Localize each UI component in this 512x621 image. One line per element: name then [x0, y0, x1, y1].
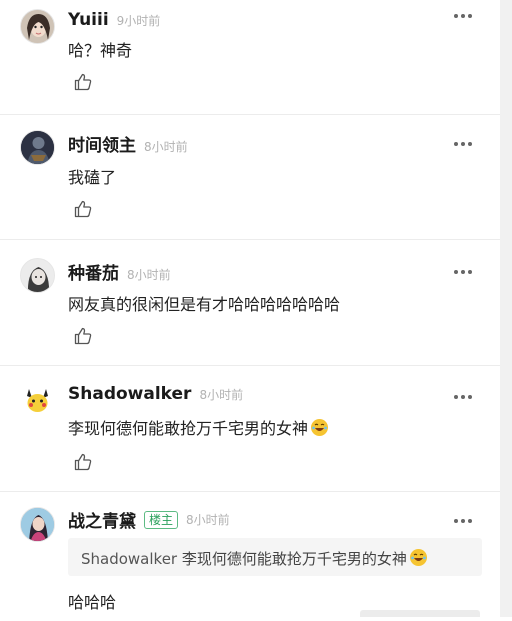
timestamp: 9小时前 — [116, 14, 161, 28]
comment-item: 种番茄 8小时前 网友真的很闲但是有才哈哈哈哈哈哈哈 — [0, 240, 500, 366]
comment-text: 哈？神奇 — [68, 41, 133, 60]
owner-badge: 楼主 — [144, 510, 179, 529]
username[interactable]: Yuiii — [68, 10, 109, 30]
timestamp: 8小时前 — [127, 268, 171, 282]
comment-list: Yuiii 9小时前 哈？神奇 时间领主 8小时前 我磕了 种番茄 8小时前 网… — [0, 0, 500, 621]
comment-text: 我磕了 — [68, 168, 117, 187]
quoted-content: 李现何德何能敢抢万千宅男的女神 — [181, 550, 407, 568]
comment-item: Shadowalker 8小时前 李现何德何能敢抢万千宅男的女神 — [0, 366, 500, 492]
rofl-emoji-icon — [311, 419, 329, 436]
avatar[interactable] — [20, 258, 55, 293]
username[interactable]: 时间领主 — [68, 131, 136, 156]
more-dots-icon[interactable] — [452, 264, 474, 278]
comment-text: 李现何德何能敢抢万千宅男的女神 — [68, 415, 329, 439]
more-dots-icon[interactable] — [452, 8, 474, 22]
comment-item: Yuiii 9小时前 哈？神奇 — [0, 0, 500, 115]
avatar[interactable] — [20, 383, 55, 418]
more-dots-icon[interactable] — [452, 136, 474, 150]
scrollbar-track[interactable] — [500, 0, 512, 617]
more-dots-icon[interactable] — [452, 513, 474, 527]
username[interactable]: 种番茄 — [68, 259, 119, 284]
comment-item: 时间领主 8小时前 我磕了 — [0, 115, 500, 240]
username[interactable]: 战之青黛 — [68, 507, 136, 532]
thumbs-up-icon[interactable] — [73, 452, 93, 472]
comment-text: 哈哈哈 — [68, 593, 117, 612]
timestamp: 8小时前 — [144, 140, 188, 154]
thumbs-up-icon[interactable] — [73, 199, 93, 219]
timestamp: 8小时前 — [199, 388, 244, 402]
thumbs-up-icon[interactable] — [73, 72, 93, 92]
timestamp: 8小时前 — [186, 513, 230, 527]
rofl-emoji-icon — [409, 549, 427, 566]
username[interactable]: Shadowalker — [68, 384, 191, 404]
avatar[interactable] — [20, 507, 55, 542]
avatar[interactable] — [20, 9, 55, 44]
more-dots-icon[interactable] — [452, 389, 474, 403]
comment-text: 网友真的很闲但是有才哈哈哈哈哈哈哈 — [68, 295, 341, 314]
next-item-edge — [360, 610, 480, 617]
quoted-reply-text: Shadowalker 李现何德何能敢抢万千宅男的女神 — [81, 548, 427, 569]
quoted-username[interactable]: Shadowalker — [81, 550, 177, 568]
comment-text-content: 李现何德何能敢抢万千宅男的女神 — [68, 419, 309, 438]
thumbs-up-icon[interactable] — [73, 326, 93, 346]
avatar[interactable] — [20, 130, 55, 165]
quoted-reply[interactable]: Shadowalker 李现何德何能敢抢万千宅男的女神 — [68, 538, 482, 576]
